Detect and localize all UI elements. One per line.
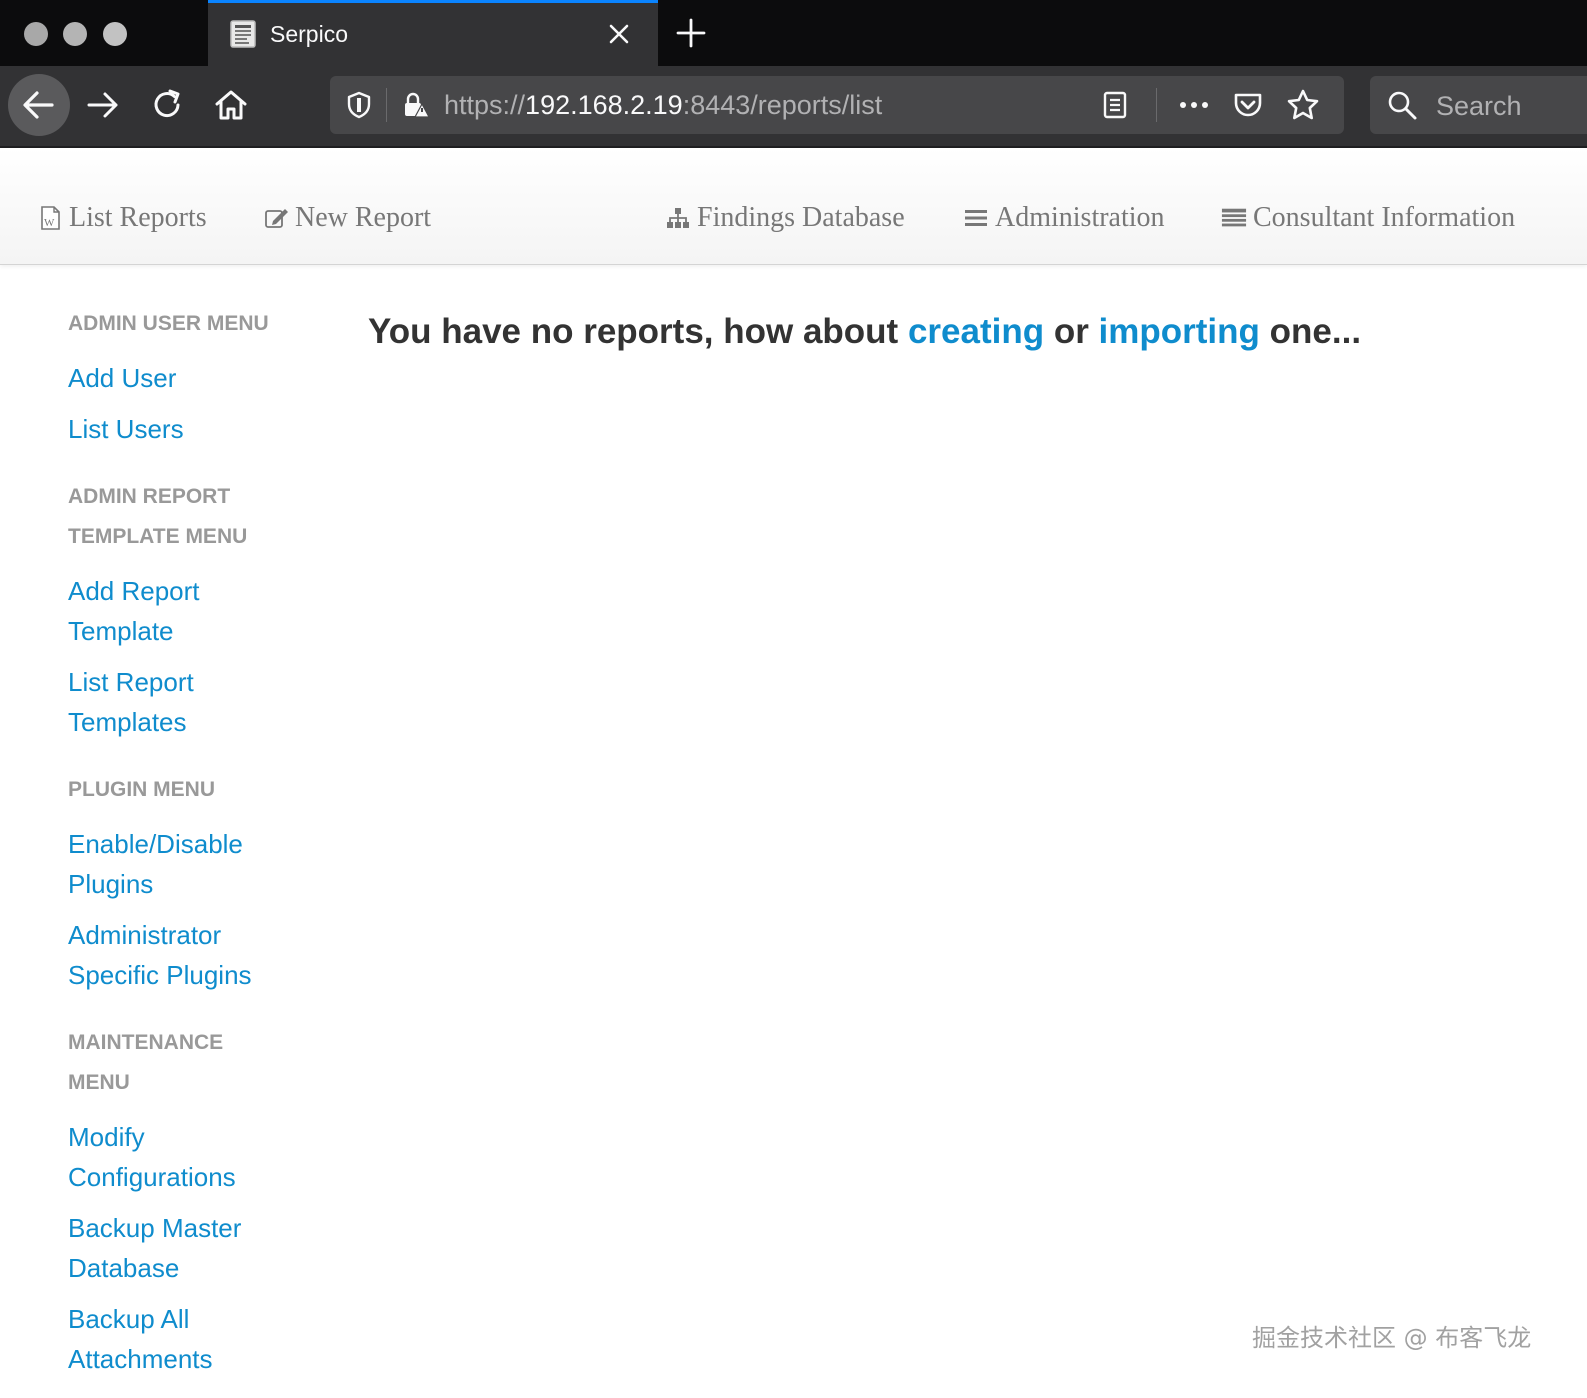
- svg-text:W: W: [44, 217, 55, 229]
- sidebar-link-enable-disable-plugins[interactable]: Enable/Disable Plugins: [68, 824, 308, 904]
- url-path: :8443/reports/list: [682, 90, 883, 120]
- word-document-icon: W: [41, 206, 60, 230]
- more-icon[interactable]: [1176, 90, 1212, 120]
- message-text: or: [1044, 312, 1099, 351]
- serpico-favicon-icon: [230, 20, 256, 48]
- url-text[interactable]: https://192.168.2.19:8443/reports/list: [444, 90, 882, 121]
- sidebar-header-template-menu: TEMPLATE MENU: [68, 525, 248, 548]
- importing-link[interactable]: importing: [1099, 312, 1260, 351]
- close-icon[interactable]: [604, 19, 634, 49]
- search-placeholder: Search: [1436, 91, 1522, 121]
- star-icon[interactable]: [1286, 88, 1320, 122]
- nav-list-reports[interactable]: W List Reports: [37, 202, 207, 234]
- sitemap-icon: [667, 208, 689, 228]
- sidebar-link-backup-all-attachments[interactable]: Backup All Attachments: [68, 1299, 308, 1379]
- sidebar-header-admin-report: ADMIN REPORT: [68, 485, 231, 508]
- sidebar-link-text: Attachments: [68, 1344, 213, 1374]
- creating-link[interactable]: creating: [908, 312, 1044, 351]
- sidebar: ADMIN USER MENU Add User List Users ADMI…: [68, 304, 308, 1379]
- window-minimize-button[interactable]: [63, 22, 87, 46]
- plus-icon[interactable]: [674, 16, 708, 50]
- tab-title: Serpico: [270, 21, 348, 47]
- url-separator: [386, 88, 387, 122]
- url-bar[interactable]: https://192.168.2.19:8443/reports/list: [330, 76, 1344, 134]
- sidebar-link-backup-master-database[interactable]: Backup Master Database: [68, 1208, 308, 1288]
- sidebar-section-maintenance: MAINTENANCE MENU Modify Configurations B…: [68, 1023, 308, 1379]
- message-text: You have no reports, how about: [368, 312, 908, 351]
- table-icon: [1221, 208, 1247, 227]
- sidebar-header-admin-user-menu: ADMIN USER MENU: [68, 312, 269, 335]
- sidebar-link-text: Template: [68, 616, 174, 646]
- sidebar-link-list-report-templates[interactable]: List Report Templates: [68, 662, 308, 742]
- sidebar-link-text: Modify: [68, 1122, 145, 1152]
- sidebar-link-text: Add Report: [68, 576, 200, 606]
- sidebar-link-text: Templates: [68, 707, 187, 737]
- nav-findings-database-label: Findings Database: [697, 202, 905, 233]
- sidebar-link-text: Specific Plugins: [68, 960, 252, 990]
- back-icon: [23, 91, 54, 119]
- nav-new-report[interactable]: New Report: [263, 202, 431, 234]
- message-text: one...: [1259, 312, 1362, 351]
- list-icon: [965, 210, 987, 226]
- lock-icon[interactable]: [400, 90, 430, 120]
- nav-administration-label: Administration: [995, 202, 1165, 233]
- edit-icon: [265, 209, 288, 228]
- window-close-button[interactable]: [24, 22, 48, 46]
- sidebar-link-add-user[interactable]: Add User: [68, 358, 308, 398]
- sidebar-link-text: Backup All: [68, 1304, 190, 1334]
- sidebar-link-add-report-template[interactable]: Add Report Template: [68, 571, 308, 651]
- sidebar-link-text: Backup Master: [68, 1213, 242, 1243]
- pocket-icon[interactable]: [1232, 90, 1264, 120]
- nav-administration[interactable]: Administration: [963, 202, 1165, 234]
- browser-tab[interactable]: Serpico: [208, 0, 658, 66]
- forward-icon[interactable]: [84, 86, 122, 124]
- sidebar-link-text: Administrator: [68, 920, 222, 950]
- sidebar-link-text: List Users: [68, 414, 184, 444]
- nav-new-report-label: New Report: [295, 202, 432, 233]
- sidebar-section-admin-user: ADMIN USER MENU Add User List Users: [68, 304, 308, 449]
- url-separator-2: [1156, 88, 1157, 122]
- sidebar-header-menu: MENU: [68, 1071, 130, 1094]
- sidebar-link-text: Database: [68, 1253, 180, 1283]
- sidebar-link-text: Configurations: [68, 1162, 236, 1192]
- window-zoom-button[interactable]: [103, 22, 127, 46]
- reader-view-icon[interactable]: [1100, 90, 1130, 120]
- app-navbar: W List Reports New Report Findings Datab…: [0, 148, 1587, 265]
- sidebar-link-text: Enable/Disable: [68, 829, 243, 859]
- watermark: 掘金技术社区 @ 布客飞龙: [1252, 1324, 1532, 1352]
- sidebar-link-modify-configurations[interactable]: Modify Configurations: [68, 1117, 308, 1197]
- search-icon: [1388, 91, 1417, 120]
- sidebar-link-text: List Report: [68, 667, 194, 697]
- url-scheme: https://: [444, 90, 526, 120]
- back-button[interactable]: [8, 74, 70, 136]
- browser-tab-bar: Serpico: [0, 0, 1587, 66]
- nav-consultant-information-label: Consultant Information: [1253, 202, 1516, 233]
- sidebar-link-list-users[interactable]: List Users: [68, 409, 308, 449]
- nav-findings-database[interactable]: Findings Database: [665, 202, 905, 234]
- shield-icon[interactable]: [344, 90, 374, 120]
- nav-consultant-information[interactable]: Consultant Information: [1221, 202, 1515, 234]
- sidebar-section-admin-report-template: ADMIN REPORT TEMPLATE MENU Add Report Te…: [68, 477, 308, 742]
- url-host: 192.168.2.19: [525, 90, 683, 120]
- sidebar-link-administrator-specific-plugins[interactable]: Administrator Specific Plugins: [68, 915, 308, 995]
- sidebar-header-plugin-menu: PLUGIN MENU: [68, 778, 215, 801]
- nav-list-reports-label: List Reports: [69, 202, 207, 233]
- browser-search-input[interactable]: Search: [1370, 76, 1587, 134]
- browser-toolbar: https://192.168.2.19:8443/reports/list S…: [0, 66, 1587, 148]
- reload-icon[interactable]: [148, 86, 186, 124]
- sidebar-link-text: Add User: [68, 363, 177, 393]
- empty-reports-message: You have no reports, how about creating …: [368, 312, 1361, 352]
- sidebar-link-text: Plugins: [68, 869, 154, 899]
- sidebar-header-maintenance: MAINTENANCE: [68, 1031, 224, 1054]
- sidebar-section-plugin: PLUGIN MENU Enable/Disable Plugins Admin…: [68, 770, 308, 995]
- home-icon[interactable]: [212, 86, 250, 124]
